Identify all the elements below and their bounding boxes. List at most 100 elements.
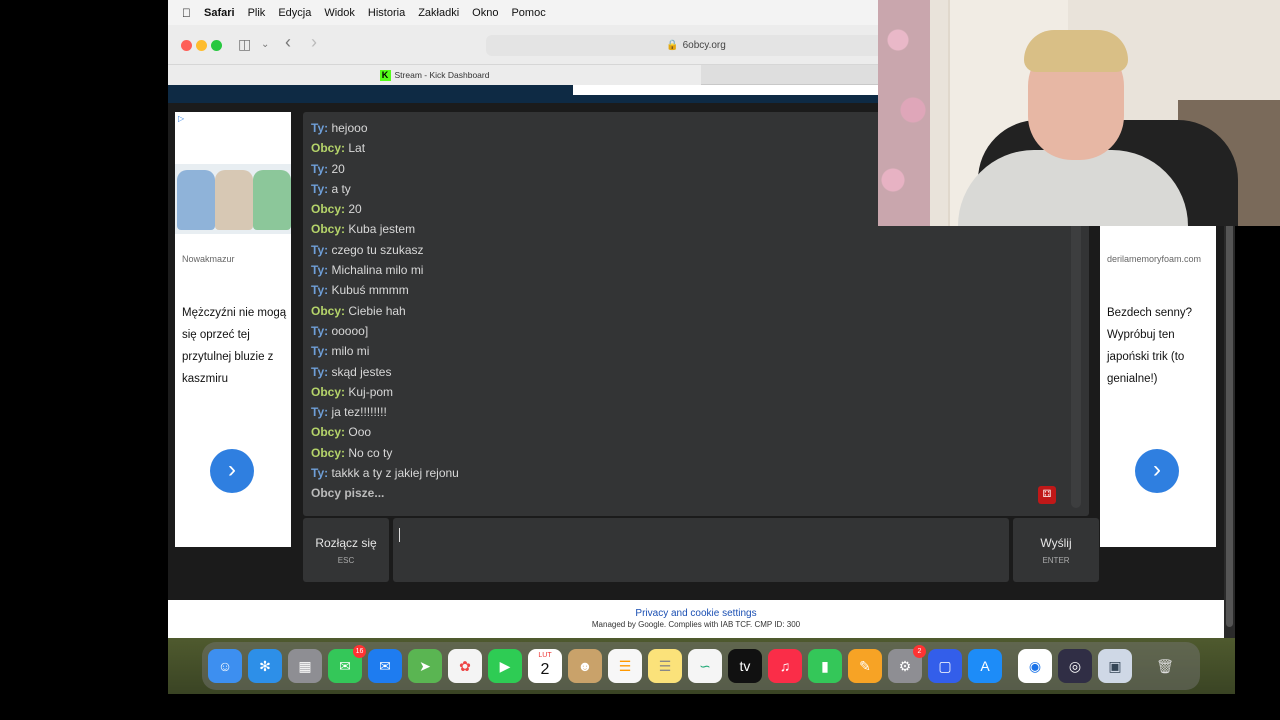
webcam-overlay (878, 0, 1280, 226)
ad-image (175, 164, 291, 234)
message-sender: Obcy: (311, 445, 346, 460)
message-text: takkk a ty z jakiej rejonu (331, 466, 459, 481)
tab-label: Stream - Kick Dashboard (394, 70, 490, 80)
pages-icon[interactable]: ✎ (848, 649, 882, 683)
calendar-icon[interactable]: LUT 2 (528, 649, 562, 683)
message-sender: Obcy: (311, 141, 346, 156)
photos-icon[interactable]: ✿ (448, 649, 482, 683)
zoom-window-button[interactable] (211, 40, 222, 51)
disconnect-button[interactable]: Rozłącz się ESC (303, 518, 389, 582)
message-sender: Ty: (311, 121, 329, 135)
chat-message: Ty: takkk a ty z jakiej rejonu (311, 463, 459, 483)
address-bar[interactable]: 🔒 6obcy.org (486, 35, 906, 56)
lock-icon: 🔒 (666, 40, 679, 51)
chat-message: Ty: hejooo (311, 118, 459, 138)
message-text: Ciebie hah (348, 303, 406, 318)
message-text: 20 (331, 161, 345, 176)
message-sender: Ty: (311, 344, 329, 359)
message-sender: Ty: (311, 263, 329, 278)
mail-icon[interactable]: ✉ (368, 649, 402, 683)
menu-window[interactable]: Okno (472, 7, 498, 19)
notes-icon[interactable]: ☰ (648, 649, 682, 683)
trash-icon[interactable]: 🗑 (1148, 649, 1182, 683)
numbers-icon[interactable]: ▮ (808, 649, 842, 683)
apple-tv-icon[interactable]: tv (728, 649, 762, 683)
chrome-icon[interactable]: ◉ (1018, 649, 1052, 683)
message-sender: Ty: (311, 161, 329, 176)
message-text: Ooo (348, 425, 372, 440)
minimize-window-button[interactable] (196, 40, 207, 51)
chat-message: Obcy: Lat (311, 138, 459, 158)
music-icon[interactable]: ♫ (768, 649, 802, 683)
message-text: ja tez!!!!!!!! (331, 405, 387, 420)
menu-view[interactable]: Widok (324, 7, 355, 19)
chat-message: Ty: Kubuś mmmm (311, 280, 459, 300)
ad-arrow-button[interactable]: › (1135, 449, 1179, 493)
apple-menu-icon[interactable]:  (182, 6, 191, 20)
message-text: hejooo (331, 121, 368, 135)
cookie-footer: Privacy and cookie settings Managed by G… (168, 600, 1224, 638)
roblox-icon[interactable]: ▢ (928, 649, 962, 683)
message-sender: Obcy: (311, 425, 346, 440)
ad-brand: derilamemoryfoam.com (1107, 254, 1202, 264)
disconnect-label: Rozłącz się (315, 536, 377, 550)
shirt-green (253, 170, 291, 230)
reminders-icon[interactable]: ☰ (608, 649, 642, 683)
freeform-icon[interactable]: ∽ (688, 649, 722, 683)
person-hoodie (958, 150, 1188, 226)
back-icon[interactable]: ‹ (285, 32, 291, 53)
message-sender: Obcy: (311, 222, 346, 237)
system-settings-icon[interactable]: ⚙ 2 (888, 645, 926, 683)
app-store-icon[interactable]: A (968, 649, 1002, 683)
privacy-settings-link[interactable]: Privacy and cookie settings (168, 608, 1224, 619)
adchoices-icon[interactable]: ▷ (178, 114, 184, 123)
header-white-strip (573, 85, 878, 95)
forward-icon[interactable]: › (311, 32, 317, 53)
messages-icon[interactable]: ✉ 16 (328, 645, 366, 683)
chevron-down-icon[interactable]: ⌄ (261, 39, 269, 50)
person-hair (1024, 30, 1128, 72)
preview-icon[interactable]: ▣ (1098, 649, 1132, 683)
message-text: Kuj-pom (348, 384, 394, 399)
message-sender: Ty: (311, 364, 329, 379)
url-text: 6obcy.org (682, 40, 726, 51)
left-advertisement[interactable]: ▷ Nowakmazur Mężczyźni nie mogą się oprz… (175, 112, 291, 547)
finder-icon[interactable]: ☺ (208, 649, 242, 683)
ad-brand: Nowakmazur (182, 254, 235, 264)
message-list: Ty: hejooo Obcy: Lat Ty: 20 Ty: a ty Obcy: 2… (311, 118, 459, 504)
message-sender: Ty: (311, 181, 329, 196)
typing-indicator: Obcy pisze... (311, 486, 385, 501)
ad-arrow-button[interactable]: › (210, 449, 254, 493)
facetime-icon[interactable]: ▶ (488, 649, 522, 683)
maps-icon[interactable]: ➤ (408, 649, 442, 683)
message-input[interactable] (393, 518, 1009, 582)
chat-message: Ty: milo mi (311, 341, 459, 361)
safari-icon[interactable]: ✻ (248, 649, 282, 683)
message-sender: Ty: (311, 242, 329, 257)
calendar-day: 2 (540, 661, 550, 678)
menu-edit[interactable]: Edycja (278, 7, 311, 19)
dock: ☺ ✻ ▦ ✉ 16 ✉ ➤ ✿ ▶ LUT 2 ☻ ☰ ☰ ∽ tv ♫ ▮ ✎ … (202, 642, 1200, 690)
settings-badge: 2 (913, 645, 926, 658)
send-button[interactable]: Wyślij ENTER (1013, 518, 1099, 582)
contacts-icon[interactable]: ☻ (568, 649, 602, 683)
menu-help[interactable]: Pomoc (511, 7, 545, 19)
sidebar-toggle-icon[interactable]: ◫ (238, 36, 251, 53)
menu-history[interactable]: Historia (368, 7, 405, 19)
chat-message: Ty: ooooo] (311, 321, 459, 341)
obs-icon[interactable]: ◎ (1058, 649, 1092, 683)
close-window-button[interactable] (181, 40, 192, 51)
menu-bookmarks[interactable]: Zakładki (418, 7, 459, 19)
chat-message: Ty: czego tu szukasz (311, 240, 459, 260)
menu-file[interactable]: Plik (248, 7, 266, 19)
message-text: czego tu szukasz (331, 242, 424, 257)
chat-message: Ty: a ty (311, 179, 459, 199)
message-text: Lat (348, 141, 366, 156)
chat-message: Ty: ja tez!!!!!!!! (311, 402, 459, 422)
message-sender: Ty: (311, 466, 329, 481)
launchpad-icon[interactable]: ▦ (288, 649, 322, 683)
message-text: Kuba jestem (348, 222, 416, 237)
tab-kick-dashboard[interactable]: K Stream - Kick Dashboard (168, 65, 701, 85)
menu-app-name[interactable]: Safari (204, 7, 235, 19)
dice-icon[interactable]: ⚃ (1038, 486, 1056, 504)
